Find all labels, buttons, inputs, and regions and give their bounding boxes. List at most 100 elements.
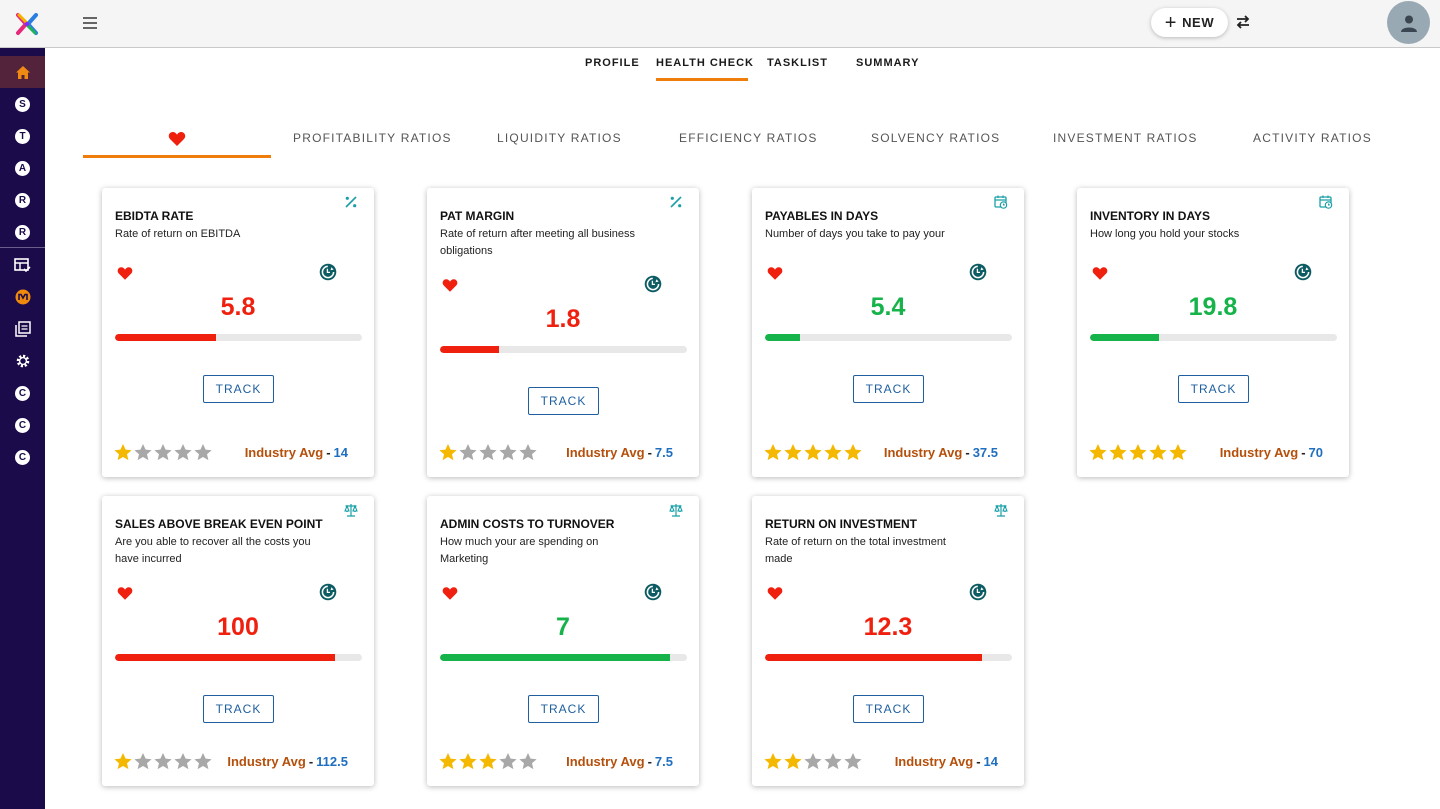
rating-star-icon[interactable] bbox=[133, 752, 153, 770]
rating-star-icon[interactable] bbox=[1088, 443, 1108, 461]
track-button[interactable]: TRACK bbox=[853, 695, 924, 723]
favorite-heart-icon[interactable] bbox=[1092, 266, 1108, 281]
card-description: Rate of return on the total investment m… bbox=[765, 536, 946, 565]
rating-star-icon[interactable] bbox=[1128, 443, 1148, 461]
rating-star-icon[interactable] bbox=[803, 752, 823, 770]
rating-star-icon[interactable] bbox=[763, 752, 783, 770]
rating-star-icon[interactable] bbox=[843, 443, 863, 461]
track-button[interactable]: TRACK bbox=[203, 695, 274, 723]
tab-activity-ratios[interactable]: ACTIVITY RATIOS bbox=[1253, 131, 1372, 145]
rating-star-icon[interactable] bbox=[1168, 443, 1188, 461]
user-icon bbox=[1400, 15, 1417, 32]
tab-efficiency-ratios[interactable]: EFFICIENCY RATIOS bbox=[679, 131, 818, 145]
sidebar-item-c2[interactable]: C bbox=[0, 409, 45, 441]
sidebar-item-home[interactable] bbox=[0, 56, 45, 88]
industry-avg-value: 14 bbox=[333, 445, 348, 460]
favorites-heart-icon[interactable] bbox=[168, 131, 186, 147]
favorite-heart-icon[interactable] bbox=[767, 586, 783, 601]
avatar[interactable] bbox=[1387, 1, 1430, 44]
swap-icon[interactable] bbox=[1234, 13, 1252, 31]
rating-star-icon[interactable] bbox=[438, 443, 458, 461]
sidebar-item-tasks[interactable] bbox=[0, 249, 45, 281]
rating-star-icon[interactable] bbox=[458, 752, 478, 770]
rating-star-icon[interactable] bbox=[803, 443, 823, 461]
rating-star-icon[interactable] bbox=[823, 752, 843, 770]
tab-profile[interactable]: PROFILE bbox=[585, 57, 640, 69]
card-title: PAT MARGIN bbox=[440, 209, 515, 223]
sidebar-item-t[interactable]: T bbox=[0, 120, 45, 152]
card-title: ADMIN COSTS TO TURNOVER bbox=[440, 517, 615, 531]
percent-icon bbox=[669, 195, 683, 209]
tab-tasklist[interactable]: TASKLIST bbox=[767, 57, 828, 69]
rating-star-icon[interactable] bbox=[763, 443, 783, 461]
favorite-heart-icon[interactable] bbox=[117, 586, 133, 601]
sidebar-item-a[interactable]: A bbox=[0, 152, 45, 184]
rating-star-icon[interactable] bbox=[518, 443, 538, 461]
sidebar-item-m[interactable] bbox=[0, 281, 45, 313]
rating-star-icon[interactable] bbox=[1148, 443, 1168, 461]
history-icon[interactable] bbox=[969, 263, 987, 281]
rating-star-icon[interactable] bbox=[1108, 443, 1128, 461]
active-ratio-indicator bbox=[83, 155, 271, 158]
rating-star-icon[interactable] bbox=[478, 443, 498, 461]
card-title: PAYABLES IN DAYS bbox=[765, 209, 879, 223]
history-icon[interactable] bbox=[969, 583, 987, 601]
favorite-heart-icon[interactable] bbox=[767, 266, 783, 281]
sidebar-item-r2[interactable]: R bbox=[0, 216, 45, 248]
favorite-heart-icon[interactable] bbox=[117, 266, 133, 281]
track-button[interactable]: TRACK bbox=[203, 375, 274, 403]
sidebar-item-c3[interactable]: C bbox=[0, 441, 45, 473]
history-icon[interactable] bbox=[1294, 263, 1312, 281]
card-title: INVENTORY IN DAYS bbox=[1090, 209, 1211, 223]
new-button[interactable]: + NEW bbox=[1151, 8, 1228, 37]
favorite-heart-icon[interactable] bbox=[442, 586, 458, 601]
rating-stars bbox=[763, 752, 863, 770]
rating-star-icon[interactable] bbox=[173, 443, 193, 461]
track-button[interactable]: TRACK bbox=[528, 387, 599, 415]
sidebar-item-library[interactable] bbox=[0, 313, 45, 345]
rating-star-icon[interactable] bbox=[783, 443, 803, 461]
track-button[interactable]: TRACK bbox=[528, 695, 599, 723]
rating-star-icon[interactable] bbox=[843, 752, 863, 770]
history-icon[interactable] bbox=[644, 583, 662, 601]
rating-star-icon[interactable] bbox=[438, 752, 458, 770]
rating-star-icon[interactable] bbox=[458, 443, 478, 461]
rating-star-icon[interactable] bbox=[113, 443, 133, 461]
industry-avg-value: 7.5 bbox=[654, 754, 673, 769]
card-value: 5.8 bbox=[220, 293, 256, 321]
rating-star-icon[interactable] bbox=[823, 443, 843, 461]
rating-star-icon[interactable] bbox=[113, 752, 133, 770]
sidebar-item-settings[interactable] bbox=[0, 345, 45, 377]
rating-star-icon[interactable] bbox=[783, 752, 803, 770]
rating-star-icon[interactable] bbox=[498, 752, 518, 770]
menu-icon[interactable] bbox=[81, 15, 99, 31]
tab-solvency-ratios[interactable]: SOLVENCY RATIOS bbox=[871, 131, 1000, 145]
rating-star-icon[interactable] bbox=[133, 443, 153, 461]
sidebar-item-c1[interactable]: C bbox=[0, 377, 45, 409]
favorite-heart-icon[interactable] bbox=[442, 278, 458, 293]
tab-investment-ratios[interactable]: INVESTMENT RATIOS bbox=[1053, 131, 1198, 145]
sidebar-item-s[interactable]: S bbox=[0, 88, 45, 120]
track-button[interactable]: TRACK bbox=[853, 375, 924, 403]
rating-star-icon[interactable] bbox=[153, 752, 173, 770]
tab-profitability-ratios[interactable]: PROFITABILITY RATIOS bbox=[293, 131, 452, 145]
history-icon[interactable] bbox=[644, 275, 662, 293]
progress-bar-fill bbox=[440, 346, 500, 353]
sidebar-letter: T bbox=[15, 128, 30, 144]
tab-liquidity-ratios[interactable]: LIQUIDITY RATIOS bbox=[497, 131, 622, 145]
tab-health-check[interactable]: HEALTH CHECK bbox=[656, 57, 754, 69]
rating-star-icon[interactable] bbox=[518, 752, 538, 770]
sidebar-item-r1[interactable]: R bbox=[0, 184, 45, 216]
rating-star-icon[interactable] bbox=[193, 443, 213, 461]
rating-star-icon[interactable] bbox=[193, 752, 213, 770]
history-icon[interactable] bbox=[319, 263, 337, 281]
tab-summary[interactable]: SUMMARY bbox=[856, 57, 919, 69]
table-check-icon bbox=[14, 257, 31, 272]
rating-star-icon[interactable] bbox=[478, 752, 498, 770]
rating-star-icon[interactable] bbox=[173, 752, 193, 770]
app-logo-icon[interactable] bbox=[14, 11, 40, 37]
rating-star-icon[interactable] bbox=[498, 443, 518, 461]
rating-star-icon[interactable] bbox=[153, 443, 173, 461]
history-icon[interactable] bbox=[319, 583, 337, 601]
track-button[interactable]: TRACK bbox=[1178, 375, 1249, 403]
